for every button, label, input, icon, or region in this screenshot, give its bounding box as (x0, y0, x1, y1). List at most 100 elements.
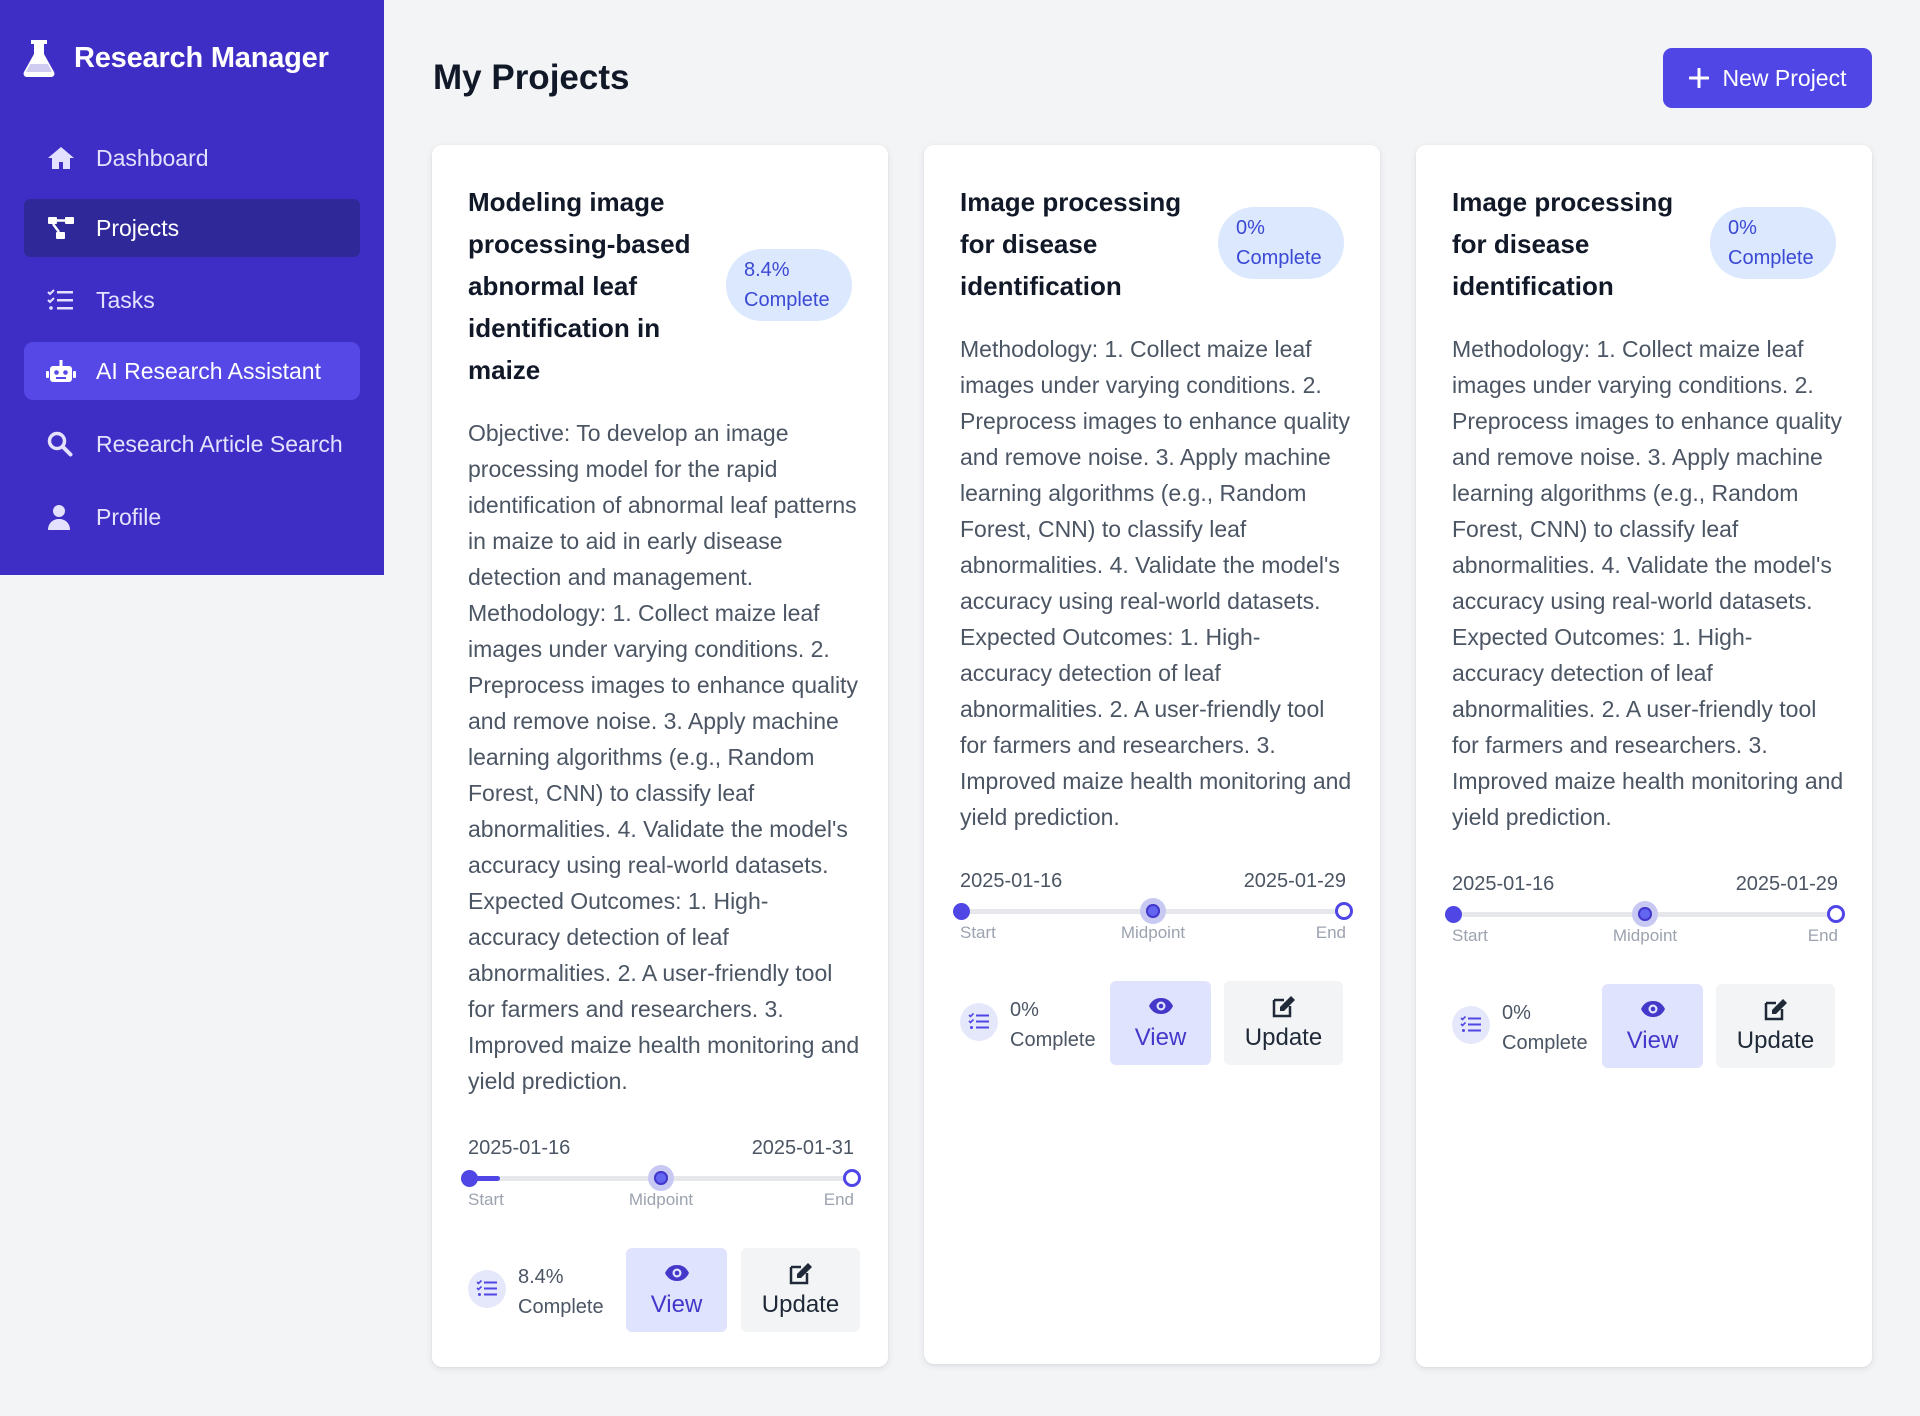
update-button[interactable]: Update (1716, 984, 1835, 1068)
project-description: Methodology: 1. Collect maize leaf image… (1452, 336, 1844, 830)
progress-badge-value: 0% (1236, 217, 1265, 239)
user-icon (48, 505, 70, 530)
footer-progress: 0% Complete (1502, 998, 1602, 1058)
eye-icon (1640, 1001, 1665, 1017)
progress-badge: 0% Complete (1710, 207, 1836, 279)
tasks-icon (47, 289, 73, 310)
timeline-midpoint-marker (648, 1165, 674, 1191)
timeline-start-marker (1445, 906, 1462, 923)
eye-icon (1148, 998, 1173, 1014)
sidebar-item-label: Projects (96, 214, 180, 241)
project-card: Image processing for disease identificat… (924, 145, 1380, 1364)
timeline-track (461, 1165, 861, 1191)
footer-progress-value: 8.4% (518, 1266, 564, 1288)
project-description: Objective: To develop an image processin… (468, 420, 860, 1094)
card-footer: 0% Complete View Update (1452, 984, 1844, 1068)
view-label: View (1626, 1027, 1679, 1054)
timeline-dates: 2025-01-16 2025-01-31 (468, 1137, 854, 1167)
end-date: 2025-01-29 (1243, 870, 1346, 892)
sidebar-item-dashboard[interactable]: Dashboard (24, 129, 360, 187)
edit-icon (1764, 999, 1787, 1021)
timeline-end-label: End (823, 1190, 854, 1209)
progress-badge-label: Complete (1728, 247, 1814, 269)
timeline-end-label: End (1315, 923, 1346, 942)
update-button[interactable]: Update (741, 1248, 860, 1332)
project-description: Methodology: 1. Collect maize leaf image… (960, 336, 1352, 830)
card-footer: 8.4% Complete View Update (468, 1248, 860, 1332)
new-project-label: New Project (1722, 64, 1847, 91)
robot-icon (46, 360, 76, 382)
timeline-midpoint-label: Midpoint (1120, 923, 1186, 942)
flask-icon (23, 40, 55, 77)
footer-progress-label: Complete (518, 1296, 604, 1318)
timeline-end-marker (843, 1169, 861, 1187)
sidebar-item-label: Tasks (96, 286, 155, 313)
timeline-labels: Start Midpoint End (960, 923, 1346, 945)
sidebar-item-research-article-search[interactable]: Research Article Search (24, 415, 360, 473)
app-title: Research Manager (74, 41, 329, 74)
timeline-labels: Start Midpoint End (468, 1190, 854, 1212)
timeline-track (953, 898, 1353, 924)
sidebar: Research Manager Dashboard Projects Task… (0, 0, 384, 575)
timeline-end-label: End (1807, 926, 1838, 945)
update-label: Update (1244, 1024, 1323, 1051)
timeline-midpoint-marker (1140, 898, 1166, 924)
timeline-start-marker (953, 903, 970, 920)
timeline-dates: 2025-01-16 2025-01-29 (1452, 873, 1838, 903)
timeline-start-label: Start (1452, 926, 1488, 945)
progress-badge-label: Complete (744, 289, 830, 311)
sidebar-item-label: Dashboard (96, 144, 209, 171)
timeline-start-label: Start (468, 1190, 504, 1209)
plus-icon (1688, 68, 1709, 88)
sidebar-item-label: Profile (96, 503, 162, 530)
timeline-dates: 2025-01-16 2025-01-29 (960, 870, 1346, 900)
view-label: View (1134, 1024, 1187, 1051)
footer-progress-value: 0% (1502, 1002, 1531, 1024)
project-title: Image processing for disease identificat… (1452, 187, 1674, 301)
view-button[interactable]: View (626, 1248, 727, 1332)
project-title: Image processing for disease identificat… (960, 187, 1182, 301)
timeline-midpoint-label: Midpoint (1612, 926, 1678, 945)
timeline-midpoint-label: Midpoint (628, 1190, 694, 1209)
new-project-button[interactable]: New Project (1663, 48, 1872, 108)
sidebar-item-profile[interactable]: Profile (24, 488, 360, 546)
sidebar-item-ai-research-assistant[interactable]: AI Research Assistant (24, 342, 360, 400)
footer-progress: 0% Complete (1010, 995, 1110, 1055)
progress-badge-value: 0% (1728, 217, 1757, 239)
eye-icon (664, 1265, 689, 1281)
footer-progress: 8.4% Complete (518, 1262, 618, 1322)
update-button[interactable]: Update (1224, 981, 1343, 1065)
footer-progress-label: Complete (1502, 1032, 1588, 1054)
view-button[interactable]: View (1110, 981, 1211, 1065)
end-date: 2025-01-29 (1735, 873, 1838, 895)
progress-badge-label: Complete (1236, 247, 1322, 269)
tasks-icon (1452, 1006, 1490, 1044)
timeline-start-marker (461, 1170, 478, 1187)
app-brand[interactable]: Research Manager (22, 36, 329, 80)
tasks-icon (960, 1003, 998, 1041)
update-label: Update (1736, 1027, 1815, 1054)
footer-progress-label: Complete (1010, 1029, 1096, 1051)
timeline-start-label: Start (960, 923, 996, 942)
sidebar-item-projects[interactable]: Projects (24, 199, 360, 257)
timeline-midpoint-marker (1632, 901, 1658, 927)
start-date: 2025-01-16 (468, 1137, 571, 1159)
page-title: My Projects (433, 58, 630, 97)
timeline-end-marker (1335, 902, 1353, 920)
project-title: Modeling image processing-based abnormal… (468, 187, 691, 385)
project-card: Modeling image processing-based abnormal… (432, 145, 888, 1367)
card-footer: 0% Complete View Update (960, 981, 1352, 1065)
timeline-end-marker (1827, 905, 1845, 923)
progress-badge: 0% Complete (1218, 207, 1344, 279)
start-date: 2025-01-16 (960, 870, 1063, 892)
sidebar-item-label: AI Research Assistant (96, 357, 321, 384)
start-date: 2025-01-16 (1452, 873, 1555, 895)
footer-progress-value: 0% (1010, 999, 1039, 1021)
timeline-labels: Start Midpoint End (1452, 926, 1838, 948)
edit-icon (1272, 996, 1295, 1018)
view-button[interactable]: View (1602, 984, 1703, 1068)
search-icon (47, 431, 73, 457)
sidebar-item-tasks[interactable]: Tasks (24, 271, 360, 329)
project-card: Image processing for disease identificat… (1416, 145, 1872, 1367)
progress-badge-value: 8.4% (744, 259, 790, 281)
